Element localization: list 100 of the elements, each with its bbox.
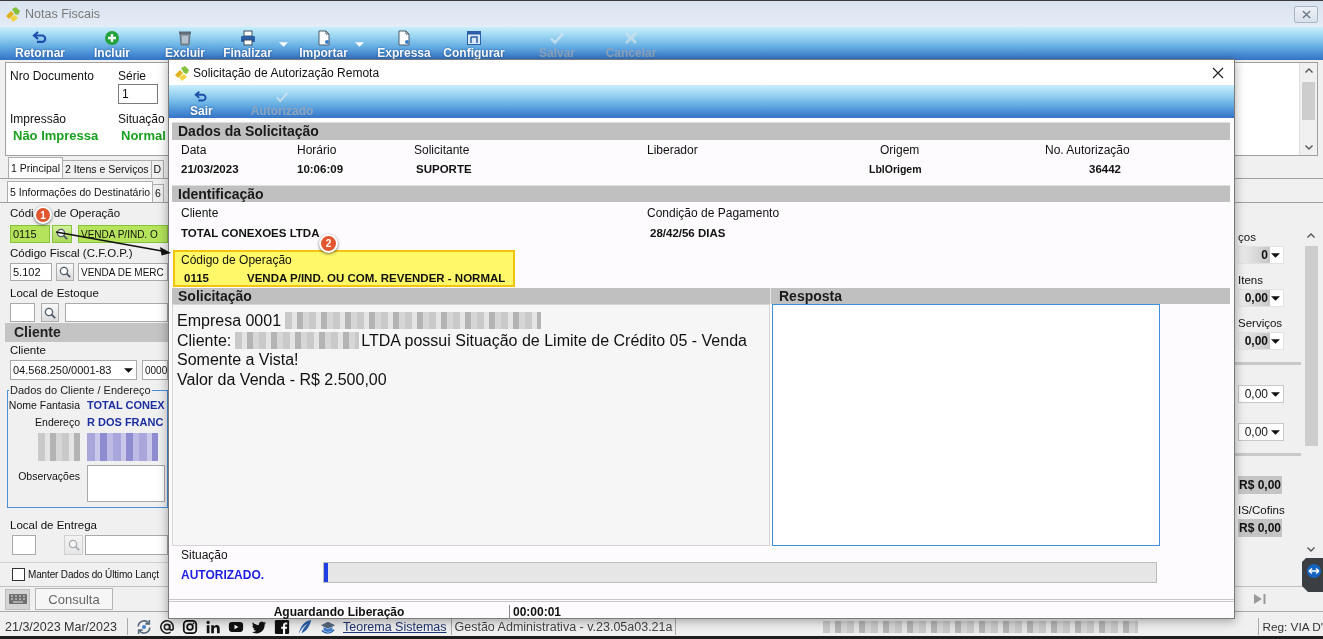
caret-icon <box>1271 429 1280 435</box>
in-logo-icon[interactable] <box>205 618 221 635</box>
delivery-code-input[interactable] <box>12 535 36 555</box>
company-link[interactable]: Teorema Sistemas <box>343 619 447 634</box>
section-header: Dados da Solicitação <box>172 122 1230 140</box>
search-button[interactable] <box>56 263 74 281</box>
operation-code-input[interactable]: 0115 <box>10 225 50 243</box>
close-icon <box>1212 66 1224 79</box>
tab[interactable]: Consulta <box>35 588 113 610</box>
request-text: Empresa 0001 <box>177 311 282 331</box>
undo-arrow-icon <box>32 30 48 46</box>
field-label: Série <box>118 69 146 83</box>
checkbox[interactable] <box>12 568 25 581</box>
field-label: Horário <box>297 144 337 157</box>
dropdown-field[interactable]: 0 <box>1238 246 1284 264</box>
caret-icon <box>124 367 133 373</box>
cfop-code-input[interactable]: 5.102 <box>10 263 52 281</box>
address-value: R DOS FRANC <box>87 416 164 429</box>
dropdown-field[interactable]: 0,00 <box>1238 289 1284 307</box>
field-label: Itens <box>1237 273 1263 287</box>
print-status: Não Impressa <box>12 127 99 145</box>
search-button[interactable] <box>41 303 59 322</box>
keyboard-button[interactable] <box>5 588 30 610</box>
feather-icon[interactable] <box>297 618 313 635</box>
field-label: Solicitante <box>414 144 470 157</box>
last-page-button[interactable] <box>1254 594 1266 604</box>
window-icon <box>466 30 482 46</box>
step-marker: 1 <box>34 206 52 224</box>
scroll-down-icon <box>1304 145 1313 150</box>
app-logo-icon <box>5 6 21 22</box>
stock-name-input[interactable] <box>65 303 168 322</box>
notes-field[interactable] <box>87 465 165 502</box>
stock-code-input[interactable] <box>10 303 35 322</box>
tab[interactable]: 1 Principal <box>8 157 64 178</box>
caret-icon <box>354 42 364 47</box>
dialog-title: Solicitação de Autorização Remota <box>193 65 380 80</box>
caret-icon <box>278 42 288 47</box>
double-arrow-icon[interactable] <box>1300 558 1323 592</box>
scroll-up-icon <box>1304 68 1313 73</box>
status-value: AUTORIZADO. <box>181 569 265 582</box>
tab[interactable]: 2 Itens e Serviços <box>62 160 152 178</box>
operation-description: VENDA P/IND. OU COM. REVENDER - NORMAL <box>247 272 506 285</box>
check-icon <box>549 30 565 46</box>
field-value: 36442 <box>1089 163 1121 176</box>
field-label: IS/Cofins <box>1237 503 1285 517</box>
caret-icon <box>1271 295 1280 301</box>
request-text: LTDA possui Situação de Limite de Crédito 05 - Venda <box>361 330 747 350</box>
f-logo-icon[interactable] <box>274 618 290 635</box>
client-dropdown[interactable]: 04.568.250/0001-83 <box>10 360 137 380</box>
skip-to-end-icon <box>1254 594 1266 604</box>
date-text: 21/3/2023 Mar/2023 <box>5 619 117 634</box>
field-label: Nome Fantasia <box>8 399 80 412</box>
field-value: 21/03/2023 <box>181 163 239 176</box>
trade-name-value: TOTAL CONEX <box>87 399 165 412</box>
document-icon <box>315 30 332 46</box>
field-label: Situação <box>118 113 165 125</box>
camera-icon[interactable] <box>182 618 198 635</box>
dropdown-arrow-button[interactable] <box>278 42 288 47</box>
field-label: Liberador <box>647 144 698 157</box>
field-label: Serviços <box>1237 316 1283 330</box>
sync-icon[interactable] <box>136 618 152 635</box>
caret-icon <box>1271 338 1280 344</box>
response-field[interactable] <box>772 304 1160 546</box>
dropdown-field[interactable]: 0,00 <box>1238 332 1284 350</box>
dropdown-arrow-button[interactable] <box>354 42 364 47</box>
trash-icon <box>177 30 193 46</box>
section-header: Identificação <box>172 185 1230 202</box>
tab[interactable]: 5 Informações do Destinatário <box>7 181 154 202</box>
tab[interactable]: 6 <box>152 184 164 202</box>
search-icon <box>59 266 71 278</box>
field-label: Local de Entrega <box>10 519 97 531</box>
field-label: Cliente <box>10 344 46 356</box>
request-text: Somente a Vista! <box>177 350 299 370</box>
field-label: Impressão <box>10 113 67 125</box>
window-title: Notas Fiscais <box>25 7 101 21</box>
scrollbar-thumb[interactable] <box>1302 82 1315 120</box>
dropdown-field[interactable]: 0,00 <box>1238 423 1284 441</box>
at-sign-icon[interactable] <box>159 618 175 635</box>
x-mark-icon <box>623 30 639 46</box>
field-label: Local de Estoque <box>10 287 99 299</box>
scroll-down-icon <box>1307 547 1315 552</box>
series-input[interactable]: 1 <box>118 84 158 104</box>
printer-icon <box>239 30 256 46</box>
status-text: Aguardando Liberação <box>273 604 405 619</box>
client-code-input[interactable]: 0000 <box>142 360 168 380</box>
delivery-name-input[interactable] <box>85 535 168 555</box>
app-logo-icon <box>174 64 190 81</box>
scrollbar-thumb[interactable] <box>1304 246 1318 446</box>
cfop-description-input[interactable]: VENDA DE MERC <box>78 263 168 281</box>
operation-code: 0115 <box>184 272 210 285</box>
section-header: Cliente <box>5 323 168 342</box>
field-label: Endereço <box>35 416 80 429</box>
search-button[interactable] <box>52 225 72 243</box>
register-text: Reg: VIA D' <box>1262 619 1323 634</box>
operation-description-input[interactable]: VENDA P/IND. O <box>78 225 168 243</box>
vertical-scrollbar[interactable] <box>1299 63 1317 155</box>
close-button[interactable] <box>1212 66 1224 79</box>
field-value: SUPORTE <box>416 163 472 176</box>
client-name: TOTAL CONEXOES LTDA <box>181 227 320 240</box>
dropdown-field[interactable]: 0,00 <box>1238 385 1284 403</box>
